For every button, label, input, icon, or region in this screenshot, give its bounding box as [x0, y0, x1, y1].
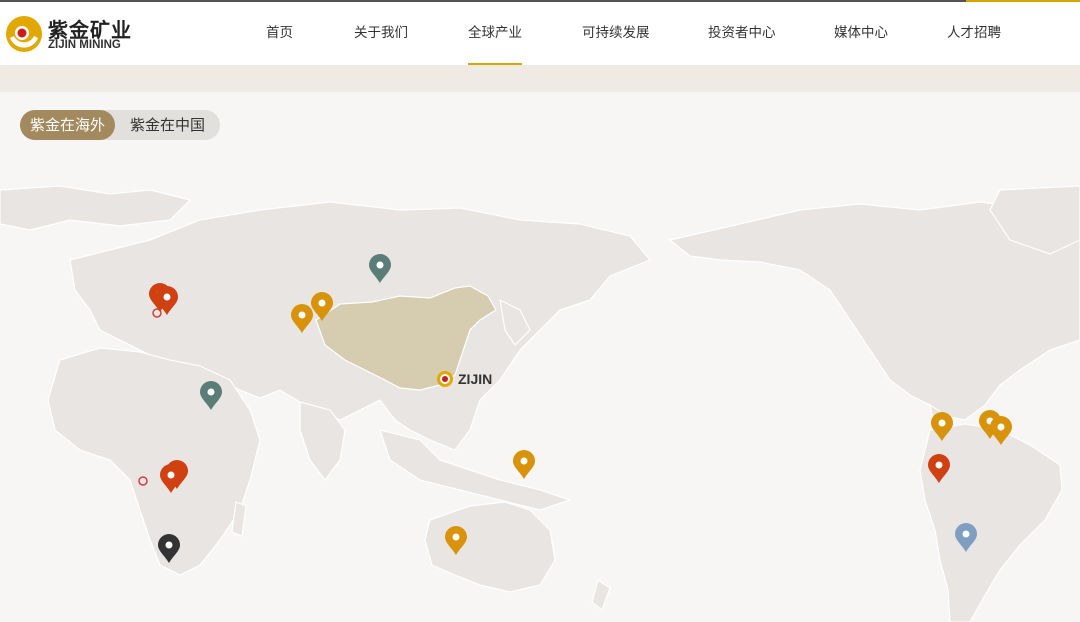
pin-dot	[452, 533, 460, 541]
pin-dot	[318, 299, 326, 307]
pin-dot	[298, 311, 306, 319]
nav-item-about[interactable]: 关于我们	[354, 2, 408, 65]
hq-marker-dot	[442, 376, 448, 382]
pin-dot	[520, 457, 528, 465]
pin-dot	[962, 530, 970, 538]
land-greenland-west	[0, 185, 192, 231]
region-tabs: 紫金在海外 紫金在中国	[20, 110, 220, 140]
pin-dot	[997, 423, 1005, 431]
pin-dot	[376, 261, 384, 269]
land-new-zealand	[591, 579, 611, 611]
hq-label: ZIJIN	[458, 371, 492, 387]
logo-name-en: ZIJIN MINING	[48, 39, 121, 51]
pin-dot	[165, 541, 173, 549]
land-south-america	[919, 423, 1063, 622]
nav-item-global-industry[interactable]: 全球产业	[468, 2, 522, 65]
pin-dot	[207, 388, 215, 396]
tab-china[interactable]: 紫金在中国	[120, 110, 215, 140]
header-band	[0, 65, 1080, 92]
zijin-logo-icon	[6, 16, 42, 52]
land-africa	[47, 347, 261, 576]
location-pin-gold[interactable]	[513, 450, 535, 479]
main-nav: 首页 关于我们 全球产业 可持续发展 投资者中心 媒体中心 人才招聘	[240, 2, 1040, 65]
land-australia	[424, 501, 556, 593]
nav-item-media[interactable]: 媒体中心	[834, 2, 888, 65]
pin-dot	[938, 419, 946, 427]
site-header: 紫金矿业 ZIJIN MINING 首页 关于我们 全球产业 可持续发展 投资者…	[0, 2, 1080, 65]
nav-item-home[interactable]: 首页	[266, 2, 293, 65]
continents	[0, 185, 1080, 622]
pin-dot	[935, 461, 943, 469]
nav-item-investors[interactable]: 投资者中心	[708, 2, 776, 65]
land-se-asia	[379, 429, 572, 511]
zijin-logo[interactable]: 紫金矿业 ZIJIN MINING	[4, 12, 134, 56]
tab-overseas[interactable]: 紫金在海外	[20, 110, 116, 140]
pin-dot	[163, 293, 171, 301]
nav-item-careers[interactable]: 人才招聘	[947, 2, 1001, 65]
hq-marker[interactable]: ZIJIN	[437, 371, 492, 387]
pin-dot	[167, 471, 175, 479]
nav-item-sustainability[interactable]: 可持续发展	[582, 2, 650, 65]
world-map: ZIJIN	[0, 185, 1080, 622]
